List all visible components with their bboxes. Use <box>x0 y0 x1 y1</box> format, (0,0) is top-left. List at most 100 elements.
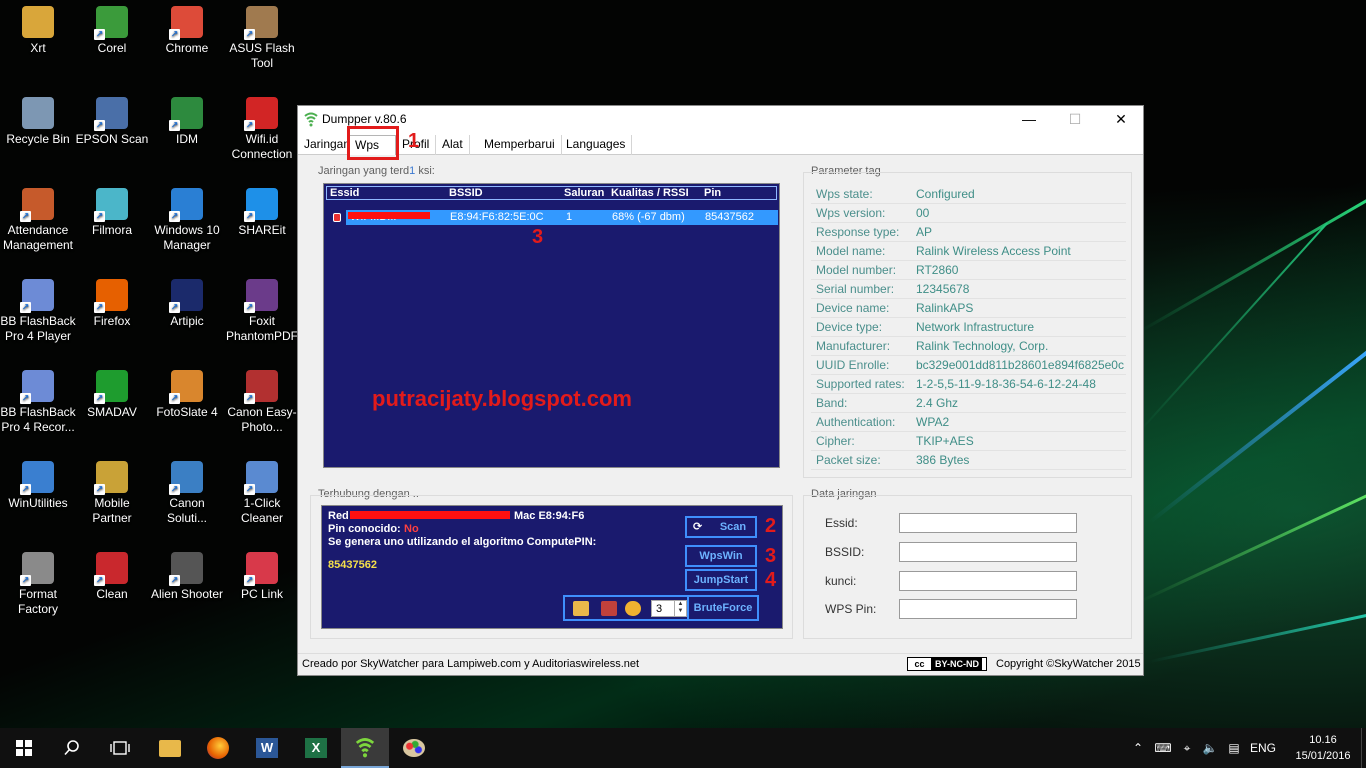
network-list[interactable]: Essid BSSID Saluran Kualitas / RSSI Pin … <box>323 183 780 468</box>
bssid-field[interactable] <box>899 542 1077 562</box>
desktop-icon[interactable]: ↗ SMADAV <box>74 370 150 420</box>
tab-alat[interactable]: Alat <box>436 135 470 155</box>
conn-red-label: Red <box>328 510 349 522</box>
spinner-arrows-icon[interactable]: ▲ ▼ <box>674 601 686 616</box>
desktop-icon[interactable]: ↗ Wifi.id Connection <box>224 97 300 162</box>
desktop-icon[interactable]: Xrt <box>0 6 76 56</box>
desktop-icon-label: Canon Easy-Photo... <box>227 405 297 434</box>
param-row: Device name: RalinkAPS <box>811 299 1126 318</box>
network-row[interactable]: WIFI.ID... E8:94:F6:82:5E:0C 1 68% (-67 … <box>346 210 778 225</box>
desktop-icon[interactable]: ↗ Windows 10 Manager <box>149 188 225 253</box>
desktop-icon[interactable]: ↗ Alien Shooter <box>149 552 225 602</box>
tab-languages[interactable]: Languages <box>560 135 633 155</box>
generated-pin: 85437562 <box>328 559 377 571</box>
desktop-icon[interactable]: ↗ FotoSlate 4 <box>149 370 225 420</box>
generated-text: Se genera uno utilizando el algoritmo Co… <box>328 536 597 548</box>
param-key: Response type: <box>816 225 900 239</box>
wpswin-button[interactable]: WpsWin <box>685 545 757 567</box>
param-value: WPA2 <box>916 415 950 429</box>
save-icon[interactable] <box>601 601 617 616</box>
desktop-icon[interactable]: ↗ Firefox <box>74 279 150 329</box>
clock[interactable]: 10.16 15/01/2016 <box>1283 732 1363 764</box>
param-row: Device type: Network Infrastructure <box>811 318 1126 337</box>
param-key: UUID Enrolle: <box>816 358 890 372</box>
shortcut-arrow-icon: ↗ <box>20 211 31 222</box>
desktop-icon[interactable]: ↗ Filmora <box>74 188 150 238</box>
desktop-icon[interactable]: ↗ Attendance Management <box>0 188 76 253</box>
chrome-icon: ↗ <box>169 6 203 40</box>
desktop-icon-label: Firefox <box>93 314 131 328</box>
pin-known-label: Pin conocido: <box>328 523 401 535</box>
open-folder-icon[interactable] <box>573 601 589 616</box>
search-button[interactable] <box>48 728 96 768</box>
minimize-button[interactable]: — <box>1006 106 1052 133</box>
row-pin: 85437562 <box>705 211 754 223</box>
desktop-icon[interactable]: ↗ 1-Click Cleaner <box>224 461 300 526</box>
artipic-icon: ↗ <box>169 279 203 313</box>
desktop-icon[interactable]: ↗ Corel <box>74 6 150 56</box>
col-essid[interactable]: Essid <box>330 187 359 199</box>
jumpstart-button[interactable]: JumpStart <box>685 569 757 591</box>
desktop-icon-label: SMADAV <box>87 405 137 419</box>
desktop-icon[interactable]: ↗ BB FlashBack Pro 4 Recor... <box>0 370 76 435</box>
taskbar-firefox[interactable] <box>194 728 242 768</box>
col-channel[interactable]: Saluran <box>564 187 604 199</box>
wifi-icon[interactable]: ⌖ <box>1177 728 1197 768</box>
show-desktop-button[interactable] <box>1361 728 1366 768</box>
asus-flash-tool-icon: ↗ <box>244 6 278 40</box>
desktop-icon[interactable]: ↗ Format Factory <box>0 552 76 617</box>
maximize-button[interactable]: ☐ <box>1052 106 1098 133</box>
tools-bar: 3 ▲ ▼ BruteForce <box>563 595 759 621</box>
close-button[interactable]: ✕ <box>1098 106 1144 133</box>
taskbar-word[interactable]: W <box>243 728 291 768</box>
desktop-icon[interactable]: ↗ Clean <box>74 552 150 602</box>
col-quality[interactable]: Kualitas / RSSI <box>611 187 689 199</box>
desktop-icon[interactable]: ↗ Artipic <box>149 279 225 329</box>
shortcut-arrow-icon: ↗ <box>169 120 180 131</box>
col-bssid[interactable]: BSSID <box>449 187 483 199</box>
tab-memperbarui[interactable]: Memperbarui <box>478 135 562 155</box>
stop-hand-icon[interactable] <box>625 601 641 616</box>
param-key: Device name: <box>816 301 890 315</box>
taskbar-excel[interactable]: X <box>292 728 340 768</box>
param-row: Serial number: 12345678 <box>811 280 1126 299</box>
desktop-icon[interactable]: Recycle Bin <box>0 97 76 147</box>
attempts-spinner[interactable]: 3 ▲ ▼ <box>651 600 687 617</box>
desktop-icon[interactable]: ↗ IDM <box>149 97 225 147</box>
language-indicator[interactable]: ENG <box>1248 728 1278 768</box>
col-pin[interactable]: Pin <box>704 187 721 199</box>
taskbar-dumpper[interactable] <box>341 728 389 768</box>
wps-pin-field[interactable] <box>899 599 1077 619</box>
scan-button[interactable]: ⟳ Scan <box>685 516 757 538</box>
bssid-label: BSSID: <box>825 545 865 559</box>
task-view-button[interactable] <box>96 728 144 768</box>
taskbar-paint[interactable] <box>390 728 438 768</box>
desktop-icon[interactable]: ↗ EPSON Scan <box>74 97 150 147</box>
desktop-icon[interactable]: ↗ Foxit PhantomPDF <box>224 279 300 344</box>
param-value: Ralink Wireless Access Point <box>916 244 1071 258</box>
desktop-icon[interactable]: ↗ PC Link <box>224 552 300 602</box>
start-button[interactable] <box>0 728 48 768</box>
desktop-icon[interactable]: ↗ Chrome <box>149 6 225 56</box>
show-hidden-icons-icon[interactable]: ⌃ <box>1129 728 1147 768</box>
param-key: Manufacturer: <box>816 339 891 353</box>
desktop-icon[interactable]: ↗ BB FlashBack Pro 4 Player <box>0 279 76 344</box>
volume-icon[interactable]: 🔈 <box>1200 728 1220 768</box>
keyboard-icon[interactable]: ⌨ <box>1153 728 1173 768</box>
title-bar[interactable]: Dumpper v.80.6 — ☐ ✕ <box>298 106 1143 133</box>
desktop-icon[interactable]: ↗ Mobile Partner <box>74 461 150 526</box>
redaction-bar-2 <box>350 511 510 519</box>
shortcut-arrow-icon: ↗ <box>244 484 255 495</box>
desktop-icon[interactable]: ↗ Canon Easy-Photo... <box>224 370 300 435</box>
bruteforce-button[interactable]: BruteForce <box>687 595 759 621</box>
desktop-icon[interactable]: ↗ SHAREit <box>224 188 300 238</box>
taskbar-file-explorer[interactable] <box>146 728 194 768</box>
desktop-icon[interactable]: ↗ Canon Soluti... <box>149 461 225 526</box>
essid-field[interactable] <box>899 513 1077 533</box>
cc-license-badge[interactable]: cc BY-NC-ND <box>907 657 987 671</box>
notification-icon[interactable]: ▤ <box>1224 728 1244 768</box>
desktop-icon[interactable]: ↗ ASUS Flash Tool <box>224 6 300 71</box>
key-field[interactable] <box>899 571 1077 591</box>
desktop-icon[interactable]: ↗ WinUtilities <box>0 461 76 511</box>
word-icon: W <box>256 738 278 758</box>
